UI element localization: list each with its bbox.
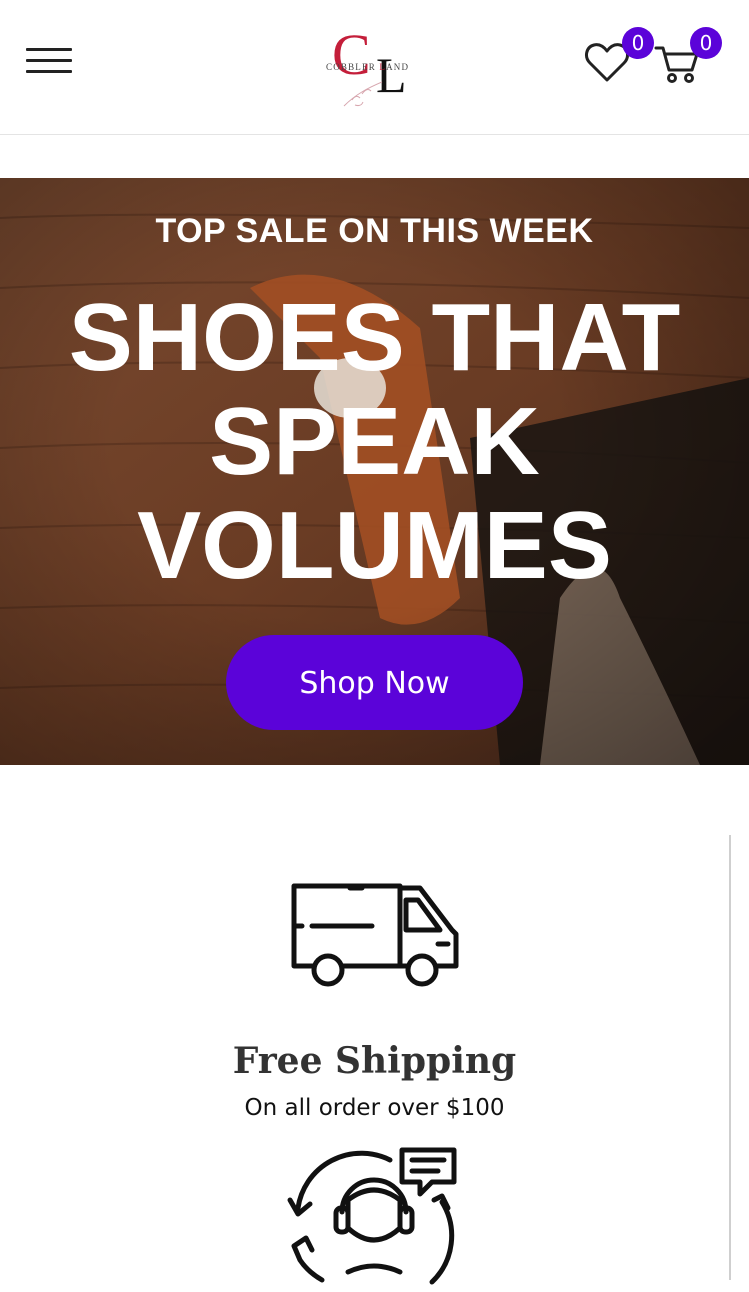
site-header: C L COBBLER LAND 0 0 — [0, 0, 749, 135]
delivery-truck-icon — [291, 883, 459, 987]
feature-subtitle: On all order over $100 — [244, 1095, 505, 1121]
customer-support-icon — [287, 1147, 457, 1285]
logo-mark-icon: C L — [332, 22, 407, 107]
hero-banner: TOP SALE ON THIS WEEK SHOES THAT SPEAK V… — [0, 178, 749, 765]
svg-text:L: L — [376, 47, 407, 103]
cart-button[interactable]: 0 — [654, 27, 724, 84]
feature-title: Free Shipping — [232, 1040, 517, 1082]
svg-text:C: C — [332, 22, 371, 87]
brand-logo[interactable]: C L COBBLER LAND — [322, 12, 428, 110]
logo-wordmark: COBBLER LAND — [326, 62, 409, 72]
hero-eyebrow: TOP SALE ON THIS WEEK — [155, 212, 594, 250]
logo-wordmark-right: AND — [386, 62, 410, 72]
logo-wordmark-left: COBBLER — [326, 62, 376, 72]
wishlist-count-badge: 0 — [622, 27, 654, 59]
cart-count-badge: 0 — [690, 27, 722, 59]
hero-title: SHOES THAT SPEAK VOLUMES — [68, 284, 681, 599]
hamburger-menu-icon[interactable] — [26, 46, 72, 76]
wishlist-button[interactable]: 0 — [584, 27, 654, 86]
shop-now-button[interactable]: Shop Now — [226, 635, 523, 730]
